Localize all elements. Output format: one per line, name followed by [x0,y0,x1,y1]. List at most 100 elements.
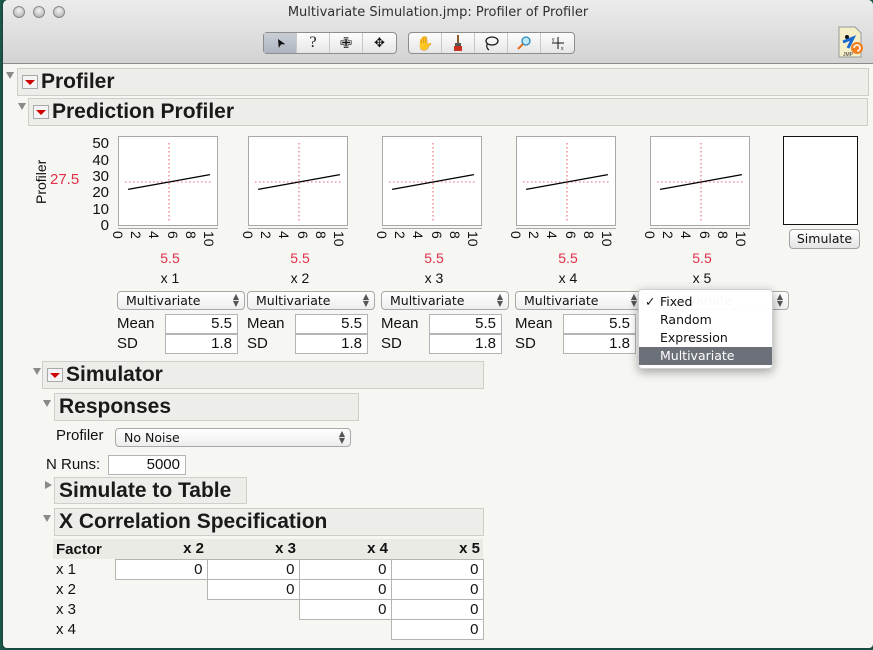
x-tick-label: 2 [392,231,409,239]
lasso-tool-button[interactable] [475,33,508,53]
mean-input[interactable]: 5.5 [563,314,636,334]
correlation-row: x 10000 [53,558,484,580]
correlation-empty-cell [299,619,391,639]
menu-item-expression[interactable]: Expression [639,329,772,347]
x-tick-label: 4 [276,231,293,239]
y-tick-label: 0 [100,217,109,234]
profiler-plot-1[interactable] [118,136,218,226]
correlation-row-label: x 4 [56,620,77,638]
x-correlation-disclosure-icon[interactable] [43,515,51,522]
profiler-title: Profiler [41,70,115,93]
crosshair-tool-button[interactable]: yx [541,33,574,53]
correlation-header-row: Factor x 2 x 3 x 4 x 5 [53,539,483,559]
distribution-select[interactable]: Multivariate▲▼ [247,291,375,310]
help-tool-button[interactable]: ? [297,33,330,53]
x-tick-label: 2 [526,231,543,239]
profiler-disclosure-icon[interactable] [6,72,14,79]
profiler-plot-5[interactable] [650,136,750,226]
simulator-outline-header: Simulator [42,361,484,389]
selection-tool-button[interactable]: ✙ [330,33,363,53]
simulate-to-table-disclosure-icon[interactable] [45,481,52,489]
magnifier-icon [517,36,531,50]
distribution-select[interactable]: Multivariate▲▼ [515,291,643,310]
correlation-row: x 2000 [53,578,484,600]
profiler-plot-4[interactable] [516,136,616,226]
n-runs-input[interactable]: 5000 [108,455,186,475]
jmp-file-icon[interactable]: JMP [837,26,865,58]
simulate-to-table-outline-header: Simulate to Table [54,477,247,504]
factor-current-value[interactable]: 5.5 [250,250,350,266]
app-window: Multivariate Simulation.jmp: Profiler of… [3,0,873,648]
sd-input[interactable]: 1.8 [165,334,238,354]
distribution-select[interactable]: Multivariate▲▼ [381,291,509,310]
factor-current-value[interactable]: 5.5 [384,250,484,266]
y-tick-label: 30 [92,167,109,185]
correlation-cell-input[interactable]: 0 [114,558,208,580]
select-arrows-icon: ▲ ▼ [362,292,369,308]
factor-current-value[interactable]: 5.5 [518,250,618,266]
x-correlation-title: X Correlation Specification [59,510,328,533]
grabber-tool-button[interactable]: ✋ [409,33,442,53]
simulator-disclosure-icon[interactable] [33,368,41,375]
profiler-plot-3[interactable] [382,136,482,226]
lasso-icon [485,36,499,51]
simulator-red-triangle-menu-icon[interactable] [47,368,63,382]
prediction-profiler-outline-header: Prediction Profiler [28,98,868,126]
sd-label: SD [117,335,138,352]
correlation-table: Factor x 2 x 3 x 4 x 5 x 10000x 2000x 3 0… [53,539,484,640]
arrow-icon: ➤ [271,35,289,51]
arrow-tool-button[interactable]: ➤ [264,33,297,53]
correlation-cell-input[interactable]: 0 [390,598,484,620]
brush-tool-button[interactable] [442,33,475,53]
mean-label: Mean [247,315,285,332]
magnifier-tool-button[interactable] [508,33,541,53]
responses-outline-header: Responses [54,393,359,421]
menu-item-fixed[interactable]: ✓ Fixed [639,293,772,311]
response-current-value[interactable]: 27.5 [50,171,79,188]
profiler-plot-2[interactable] [248,136,348,226]
hand-icon: ✋ [416,34,434,51]
mean-label: Mean [515,315,553,332]
correlation-row-label: x 3 [56,600,77,618]
sd-input[interactable]: 1.8 [295,334,368,354]
simulate-button[interactable]: Simulate [789,229,860,249]
header-x4: x 4 [299,539,391,559]
correlation-cell-input[interactable]: 0 [390,558,484,580]
menu-item-random[interactable]: Random [639,311,772,329]
responses-disclosure-icon[interactable] [43,400,51,407]
factor-name-label: x 1 [160,270,180,286]
select-arrows-icon: ▲ ▼ [338,429,345,445]
sd-input[interactable]: 1.8 [429,334,502,354]
correlation-cell-input[interactable]: 0 [206,578,300,600]
x-tick-label: 10 [200,231,217,247]
correlation-cell-input[interactable]: 0 [390,578,484,600]
correlation-empty-cell [207,599,299,619]
distribution-select[interactable]: Multivariate▲▼ [117,291,245,310]
correlation-cell-input[interactable]: 0 [298,598,392,620]
factor-current-value[interactable]: 5.5 [120,250,220,266]
mean-input[interactable]: 5.5 [429,314,502,334]
correlation-cell-input[interactable]: 0 [206,558,300,580]
profiler-red-triangle-menu-icon[interactable] [22,75,38,89]
report-content: Profiler Prediction Profiler Profiler 27… [3,65,873,648]
correlation-cell-input[interactable]: 0 [298,578,392,600]
responses-noise-select[interactable]: No Noise ▲ ▼ [115,428,351,447]
mean-input[interactable]: 5.5 [295,314,368,334]
mean-input[interactable]: 5.5 [165,314,238,334]
sd-input[interactable]: 1.8 [563,334,636,354]
factor-name-label: x 3 [424,270,444,286]
window-title: Multivariate Simulation.jmp: Profiler of… [287,5,589,20]
sd-label: SD [515,335,536,352]
svg-text:y: y [552,37,555,43]
correlation-cell-input[interactable]: 0 [390,618,484,640]
x-tick-label: 6 [428,231,445,239]
x-tick-label: 10 [330,231,347,247]
correlation-empty-cell [115,619,207,639]
correlation-cell-input[interactable]: 0 [298,558,392,580]
menu-item-multivariate[interactable]: Multivariate [639,347,772,365]
scroller-tool-button[interactable]: ✥ [363,33,396,53]
x-tick-label: 0 [240,231,256,239]
prediction-profiler-disclosure-icon[interactable] [18,103,26,110]
factor-current-value[interactable]: 5.5 [652,250,752,266]
prediction-profiler-red-triangle-menu-icon[interactable] [33,105,49,119]
